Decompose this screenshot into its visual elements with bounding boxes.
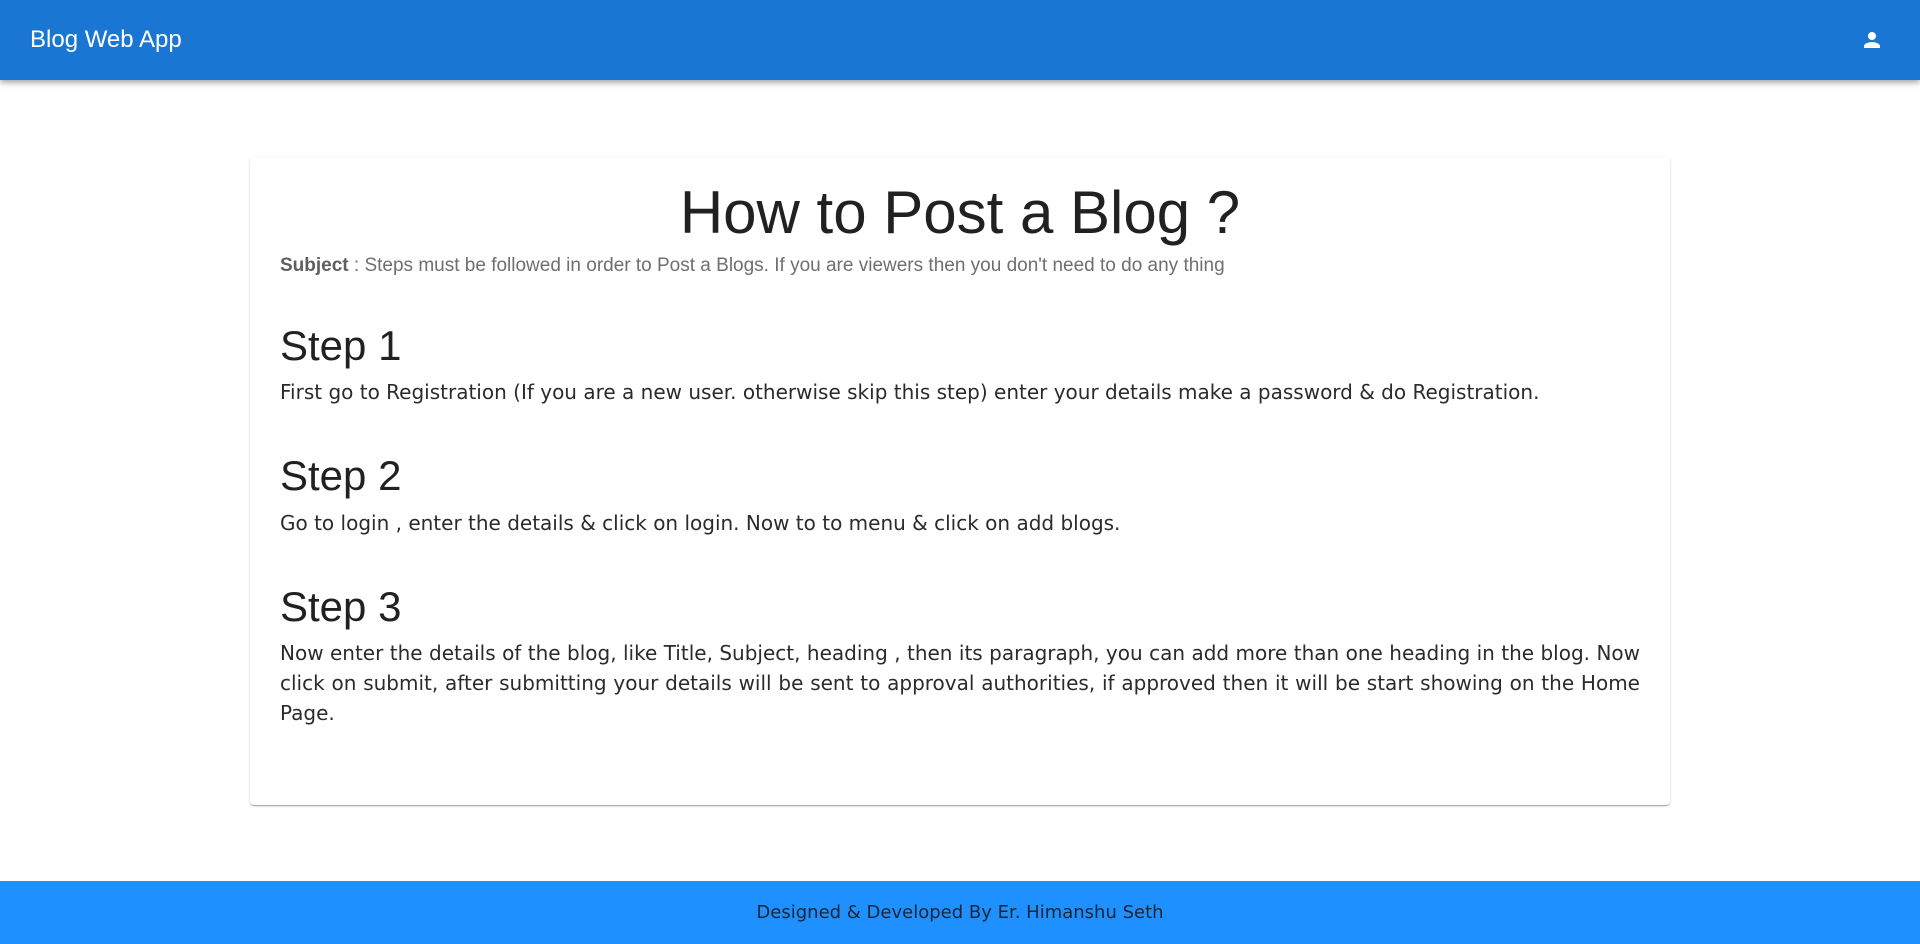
subject-separator: : <box>348 255 365 276</box>
footer: Designed & Developed By Er. Himanshu Set… <box>0 881 1920 944</box>
step-paragraph: Now enter the details of the blog, like … <box>280 641 1640 726</box>
post-title: How to Post a Blog ? <box>679 179 1241 246</box>
step-heading: Step 3 <box>280 582 402 630</box>
step-section: Step 1 First go to Registration (If you … <box>280 321 1640 407</box>
subject-label: Subject <box>280 255 349 276</box>
app-title[interactable]: Blog Web App <box>30 26 1848 54</box>
app-bar: Blog Web App <box>0 0 1920 80</box>
step-heading: Step 1 <box>280 322 402 369</box>
step-section: Step 3 Now enter the details of the blog… <box>280 582 1640 728</box>
post-card: How to Post a Blog ? Subject : Steps mus… <box>250 157 1670 805</box>
step-paragraph: First go to Registration (If you are a n… <box>280 380 1540 405</box>
step-paragraph: Go to login , enter the details & click … <box>280 510 1121 535</box>
person-icon <box>1864 32 1880 48</box>
footer-credit: Designed & Developed By Er. Himanshu Set… <box>756 902 1164 923</box>
step-section: Step 2 Go to login , enter the details &… <box>280 451 1640 537</box>
account-button[interactable] <box>1848 16 1896 64</box>
subject-text: Steps must be followed in order to Post … <box>364 255 1225 276</box>
step-heading: Step 2 <box>280 452 402 500</box>
post-subject: Subject : Steps must be followed in orde… <box>280 255 1640 277</box>
